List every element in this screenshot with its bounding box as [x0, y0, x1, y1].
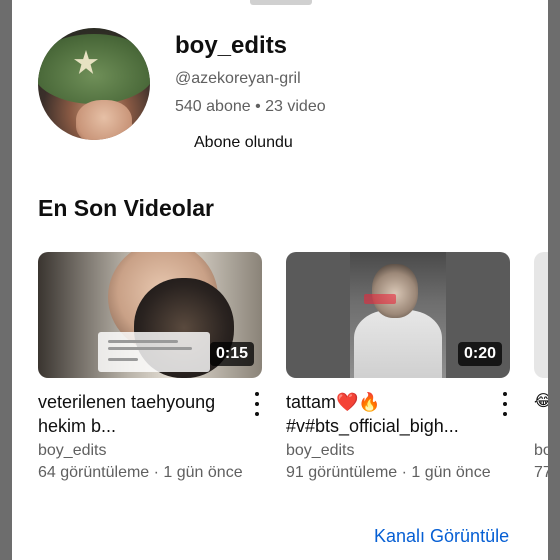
- channel-avatar[interactable]: [38, 28, 150, 140]
- video-meta: 91 görüntüleme · 1 gün önce: [286, 464, 491, 481]
- channel-preview-sheet: boy_edits @azekoreyan-gril 540 abone • 2…: [12, 0, 548, 560]
- view-channel-link[interactable]: Kanalı Görüntüle: [374, 526, 509, 547]
- backdrop-left: [0, 0, 12, 560]
- video-thumbnail[interactable]: [534, 252, 548, 378]
- duration-badge: 0:15: [209, 342, 254, 366]
- video-title[interactable]: veterilenen taehyoung hekim b...: [38, 390, 238, 438]
- video-meta: 64 görüntüleme · 1 gün önce: [38, 464, 243, 481]
- duration-badge: 0:20: [457, 342, 502, 366]
- video-title[interactable]: tattam❤️🔥 #v#bts_official_bigh...: [286, 390, 486, 438]
- more-vert-icon[interactable]: [498, 392, 512, 416]
- thumbnail-text-overlay: [98, 332, 210, 372]
- thumbnail-person: [372, 264, 418, 318]
- section-title: En Son Videolar: [38, 195, 214, 221]
- avatar-hat: [38, 34, 150, 104]
- video-channel: bo: [534, 442, 548, 459]
- video-thumbnail[interactable]: 0:15: [38, 252, 262, 378]
- avatar-face: [76, 100, 132, 140]
- channel-stats: 540 abone • 23 video: [175, 98, 326, 115]
- video-card[interactable]: 0:20 tattam❤️🔥 #v#bts_official_bigh... b…: [286, 252, 512, 482]
- thumbnail-neon-sign: [364, 294, 396, 304]
- more-vert-icon[interactable]: [250, 392, 264, 416]
- video-thumbnail[interactable]: 0:20: [286, 252, 510, 378]
- video-meta: 77: [534, 464, 548, 481]
- channel-name[interactable]: boy_edits: [175, 32, 287, 60]
- channel-handle: @azekoreyan-gril: [175, 70, 301, 87]
- thumbnail-shirt: [354, 310, 442, 378]
- video-card[interactable]: 0:15 veterilenen taehyoung hekim b... bo…: [38, 252, 264, 482]
- video-channel: boy_edits: [286, 442, 355, 459]
- subscribed-button[interactable]: Abone olundu: [180, 128, 307, 158]
- video-title[interactable]: 😂: [534, 390, 548, 438]
- video-channel: boy_edits: [38, 442, 107, 459]
- backdrop-right: [548, 0, 560, 560]
- video-card[interactable]: 😂 bo 77: [534, 252, 548, 482]
- drag-handle[interactable]: [250, 0, 312, 5]
